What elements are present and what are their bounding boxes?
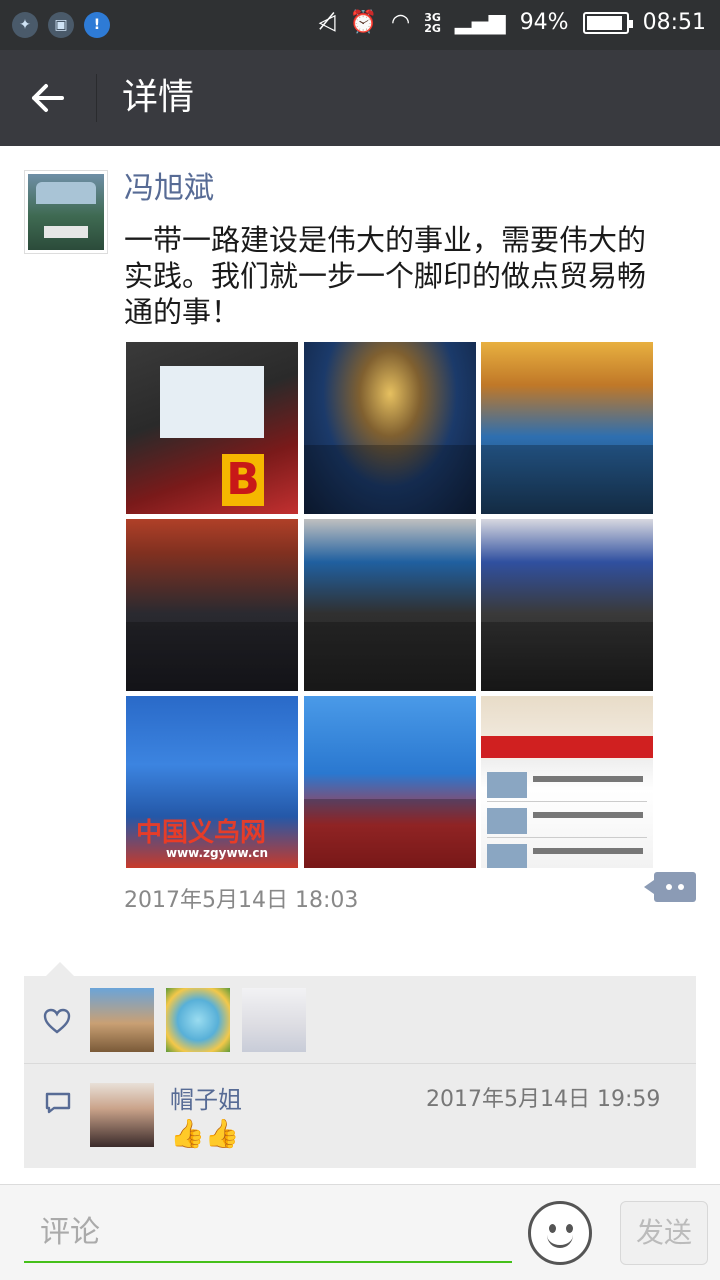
smiley-icon bbox=[549, 1224, 556, 1233]
comment-icon bbox=[45, 1092, 71, 1114]
wifi-icon: ◠ bbox=[391, 10, 411, 35]
liker-avatar[interactable] bbox=[90, 988, 154, 1052]
arrow-left-icon bbox=[32, 84, 64, 112]
battery-icon bbox=[582, 11, 633, 34]
image-icon: ▣ bbox=[48, 12, 74, 38]
alarm-icon: ⏰ bbox=[349, 10, 378, 35]
photo-6[interactable] bbox=[481, 519, 653, 691]
post-timestamp: 2017年5月14日 18:03 bbox=[124, 888, 359, 913]
battery-fill bbox=[586, 15, 623, 30]
battery-percent: 94% bbox=[519, 10, 569, 35]
news-row bbox=[487, 840, 647, 868]
photo-grid: B 中国义乌网 www.zgyww.cn bbox=[124, 342, 654, 868]
network-label-top: 3G bbox=[424, 10, 441, 24]
warning-icon: ! bbox=[84, 12, 110, 38]
author-avatar[interactable] bbox=[24, 170, 108, 254]
photo-1[interactable]: B bbox=[126, 342, 298, 514]
notification-icons: ✦ ▣ ! bbox=[12, 12, 110, 38]
comment-time: 2017年5月14日 19:59 bbox=[426, 1087, 661, 1112]
network-type: 3G 2G bbox=[424, 12, 441, 34]
avatar-image bbox=[28, 174, 104, 250]
network-label-bottom: 2G bbox=[424, 21, 441, 35]
photo-3[interactable] bbox=[481, 342, 653, 514]
commenter-avatar[interactable] bbox=[90, 1083, 154, 1147]
nav-bar: 详情 bbox=[0, 50, 720, 146]
emoji-button[interactable] bbox=[528, 1201, 592, 1265]
badge-letter: B bbox=[222, 454, 264, 506]
more-actions-button[interactable] bbox=[644, 872, 696, 902]
photo-7[interactable]: 中国义乌网 www.zgyww.cn bbox=[126, 696, 298, 868]
photo-8[interactable] bbox=[304, 696, 476, 868]
signal-icon: ▂▄▆ bbox=[454, 10, 506, 35]
photo-5[interactable] bbox=[304, 519, 476, 691]
heart-icon bbox=[43, 1008, 71, 1034]
mute-icon: ◁̸ bbox=[318, 10, 336, 35]
back-button[interactable] bbox=[24, 76, 72, 120]
comment-input-bar: 发送 bbox=[0, 1184, 720, 1280]
badge-card bbox=[160, 366, 264, 438]
dot-icon bbox=[666, 884, 672, 890]
dot-icon bbox=[678, 884, 684, 890]
page-title: 详情 bbox=[122, 77, 195, 118]
comment-row[interactable]: 帽子姐 2017年5月14日 19:59 👍👍 bbox=[24, 1065, 696, 1168]
news-title-bar bbox=[481, 736, 653, 758]
satellite-icon: ✦ bbox=[12, 12, 38, 38]
status-bar: ✦ ▣ ! ◁̸ ⏰ ◠ 3G 2G ▂▄▆ 94% 08:51 bbox=[0, 0, 720, 50]
nav-divider bbox=[96, 74, 97, 122]
send-button[interactable]: 发送 bbox=[620, 1201, 708, 1265]
watermark: 中国义乌网 bbox=[136, 818, 267, 848]
clock: 08:51 bbox=[642, 10, 706, 35]
watermark-url: www.zgyww.cn bbox=[166, 846, 269, 860]
photo-4[interactable] bbox=[126, 519, 298, 691]
post-text: 一带一路建设是伟大的事业，需要伟大的实践。我们就一步一个脚印的做点贸易畅通的事！ bbox=[124, 223, 647, 329]
likes-comments-panel: 帽子姐 2017年5月14日 19:59 👍👍 bbox=[24, 962, 696, 1168]
comment-text: 👍👍 bbox=[170, 1117, 240, 1150]
photo-2[interactable] bbox=[304, 342, 476, 514]
status-right: ◁̸ ⏰ ◠ 3G 2G ▂▄▆ 94% 08:51 bbox=[319, 10, 706, 35]
author-name[interactable]: 冯旭斌 bbox=[124, 170, 214, 208]
commenter-name[interactable]: 帽子姐 bbox=[170, 1083, 242, 1117]
news-row bbox=[487, 768, 647, 802]
photo-9[interactable] bbox=[481, 696, 653, 868]
comment-input[interactable] bbox=[24, 1203, 512, 1263]
liker-avatar[interactable] bbox=[242, 988, 306, 1052]
news-row bbox=[487, 804, 647, 838]
liker-avatar[interactable] bbox=[166, 988, 230, 1052]
likes-row bbox=[24, 976, 696, 1064]
